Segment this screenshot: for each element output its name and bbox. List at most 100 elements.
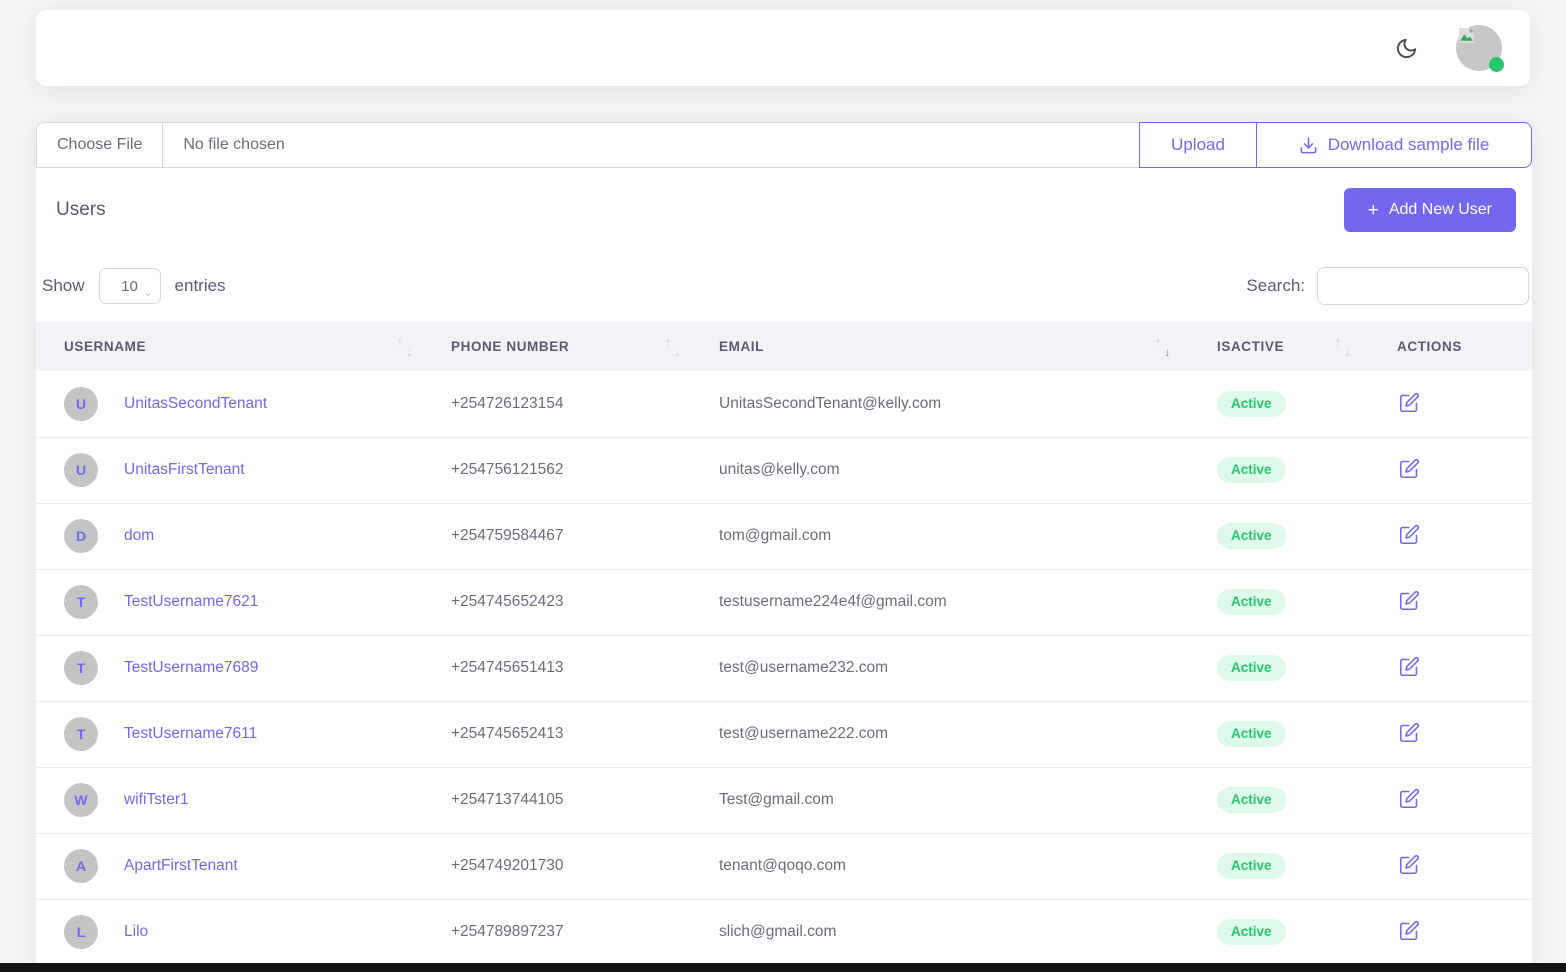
username-link[interactable]: TestUsername7689 (124, 659, 258, 677)
avatar-initial: D (76, 528, 86, 544)
page: Choose File No file chosen Upload Downlo… (0, 0, 1566, 972)
broken-image-icon (1457, 26, 1476, 50)
table-row: D dom +254759584467 tom@gmail.com Active (36, 503, 1532, 569)
dark-mode-toggle-button[interactable] (1395, 37, 1418, 60)
email-cell: slich@gmail.com (705, 899, 1195, 963)
edit-icon (1399, 854, 1420, 875)
username-link[interactable]: wifiTster1 (124, 791, 189, 809)
table-row: T TestUsername7611 +254745652413 test@us… (36, 701, 1532, 767)
phone-number-cell: +254726123154 (437, 371, 705, 437)
avatar-initial: U (76, 462, 86, 478)
phone-number-cell: +254713744105 (437, 767, 705, 833)
column-header-email[interactable]: EMAIL ↑↓ (705, 322, 1195, 371)
avatar: L (64, 915, 98, 949)
edit-icon (1399, 590, 1420, 611)
phone-number-cell: +254756121562 (437, 437, 705, 503)
edit-user-button[interactable] (1397, 720, 1422, 745)
edit-user-button[interactable] (1397, 918, 1422, 943)
avatar-initial: T (77, 594, 86, 610)
column-header-label: ISACTIVE (1217, 339, 1284, 354)
edit-user-button[interactable] (1397, 654, 1422, 679)
username-link[interactable]: Lilo (124, 923, 148, 941)
search-input[interactable] (1317, 267, 1529, 305)
avatar-initial: A (76, 858, 86, 874)
table-row: L Lilo +254789897237 slich@gmail.com Act… (36, 899, 1532, 963)
email-cell: testusername224e4f@gmail.com (705, 569, 1195, 635)
phone-number-cell: +254759584467 (437, 503, 705, 569)
plus-icon: + (1368, 201, 1379, 220)
status-badge: Active (1217, 721, 1286, 747)
edit-icon (1399, 392, 1420, 413)
file-input[interactable]: Choose File No file chosen (36, 122, 1140, 168)
column-header-label: USERNAME (64, 339, 146, 354)
edit-user-button[interactable] (1397, 588, 1422, 613)
avatar-initial: T (77, 660, 86, 676)
table-row: T TestUsername7621 +254745652423 testuse… (36, 569, 1532, 635)
choose-file-button[interactable]: Choose File (37, 123, 163, 167)
add-new-user-button[interactable]: + Add New User (1344, 188, 1516, 232)
email-cell: test@username232.com (705, 635, 1195, 701)
username-link[interactable]: TestUsername7611 (124, 725, 257, 743)
avatar: W (64, 783, 98, 817)
avatar: A (64, 849, 98, 883)
status-badge: Active (1217, 523, 1286, 549)
status-badge: Active (1217, 655, 1286, 681)
email-cell: tenant@qoqo.com (705, 833, 1195, 899)
edit-icon (1399, 656, 1420, 677)
section-head: Users + Add New User (36, 168, 1532, 232)
user-avatar[interactable] (1456, 25, 1502, 71)
email-cell: unitas@kelly.com (705, 437, 1195, 503)
upload-bar: Choose File No file chosen Upload Downlo… (36, 122, 1532, 168)
users-card: Choose File No file chosen Upload Downlo… (36, 122, 1532, 963)
phone-number-cell: +254749201730 (437, 833, 705, 899)
table-row: U UnitasSecondTenant +254726123154 Unita… (36, 371, 1532, 437)
email-cell: UnitasSecondTenant@kelly.com (705, 371, 1195, 437)
column-header-isactive[interactable]: ISACTIVE ↑↓ (1195, 322, 1375, 371)
username-link[interactable]: ApartFirstTenant (124, 857, 238, 875)
email-cell: test@username222.com (705, 701, 1195, 767)
table-row: A ApartFirstTenant +254749201730 tenant@… (36, 833, 1532, 899)
table-row: T TestUsername7689 +254745651413 test@us… (36, 635, 1532, 701)
top-navbar (36, 10, 1530, 86)
edit-icon (1399, 524, 1420, 545)
username-link[interactable]: dom (124, 527, 154, 545)
phone-number-cell: +254745651413 (437, 635, 705, 701)
avatar: U (64, 453, 98, 487)
column-header-username[interactable]: USERNAME ↑↓ (36, 322, 437, 371)
username-link[interactable]: UnitasSecondTenant (124, 395, 267, 413)
moon-icon (1395, 37, 1418, 60)
column-header-actions: ACTIONS (1375, 322, 1532, 371)
page-size-value: 10 (121, 278, 138, 295)
username-link[interactable]: TestUsername7621 (124, 593, 258, 611)
status-badge: Active (1217, 919, 1286, 945)
edit-icon (1399, 920, 1420, 941)
file-chosen-text: No file chosen (163, 136, 304, 154)
edit-icon (1399, 722, 1420, 743)
avatar: D (64, 519, 98, 553)
edit-user-button[interactable] (1397, 456, 1422, 481)
phone-number-cell: +254789897237 (437, 899, 705, 963)
status-badge: Active (1217, 589, 1286, 615)
download-sample-file-button[interactable]: Download sample file (1256, 122, 1532, 168)
edit-user-button[interactable] (1397, 786, 1422, 811)
add-new-user-label: Add New User (1389, 201, 1492, 219)
phone-number-cell: +254745652423 (437, 569, 705, 635)
upload-button[interactable]: Upload (1139, 122, 1257, 168)
avatar-initial: W (74, 792, 87, 808)
chevron-down-icon: ⌄ (143, 288, 152, 299)
show-label: Show (42, 276, 85, 296)
column-header-phone-number[interactable]: PHONE NUMBER ↑↓ (437, 322, 705, 371)
avatar-initial: T (77, 726, 86, 742)
avatar-initial: L (77, 924, 86, 940)
edit-user-button[interactable] (1397, 390, 1422, 415)
table-header-row: USERNAME ↑↓ PHONE NUMBER ↑↓ EMAIL ↑↓ ISA… (36, 322, 1532, 371)
online-status-dot (1489, 57, 1504, 72)
page-size-select[interactable]: 10 ⌄ (99, 268, 161, 304)
edit-user-button[interactable] (1397, 852, 1422, 877)
page-size-control: Show 10 ⌄ entries (42, 268, 226, 304)
search-label: Search: (1246, 276, 1305, 296)
email-cell: Test@gmail.com (705, 767, 1195, 833)
username-link[interactable]: UnitasFirstTenant (124, 461, 245, 479)
edit-user-button[interactable] (1397, 522, 1422, 547)
edit-icon (1399, 788, 1420, 809)
